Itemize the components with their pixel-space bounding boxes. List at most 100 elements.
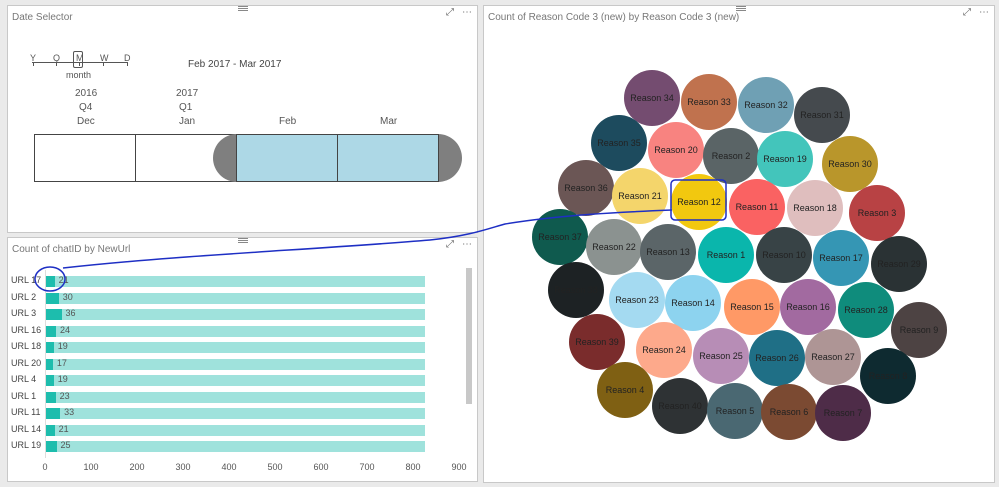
bar-background[interactable] <box>45 292 425 304</box>
data-label: 23 <box>59 390 70 401</box>
bubble-reason-7[interactable]: Reason 7 <box>815 385 871 441</box>
bar[interactable] <box>45 424 55 436</box>
bubble-reason-18[interactable]: Reason 18 <box>787 180 843 236</box>
bubble-reason-26[interactable]: Reason 26 <box>749 330 805 386</box>
more-options-icon[interactable]: ⋯ <box>462 8 472 18</box>
period-cell-dec[interactable] <box>34 134 136 182</box>
scrollbar[interactable] <box>466 268 472 404</box>
category-label: URL 19 <box>11 440 42 450</box>
x-tick-label: 100 <box>83 462 99 472</box>
category-label: URL 4 <box>11 374 37 384</box>
bar[interactable] <box>45 309 62 320</box>
bar[interactable] <box>45 325 57 337</box>
panel-title: Date Selector <box>12 12 73 23</box>
bubble-reason-30[interactable]: Reason 30 <box>822 136 878 192</box>
more-options-icon[interactable]: ⋯ <box>462 240 472 250</box>
month-label: Dec <box>77 116 95 127</box>
panel-title: Count of chatID by NewUrl <box>12 244 131 255</box>
bar-background[interactable] <box>45 441 425 452</box>
bubble-reason-33[interactable]: Reason 33 <box>681 74 737 130</box>
x-tick-label: 400 <box>221 462 237 472</box>
bar-background[interactable] <box>45 424 425 436</box>
data-label: 17 <box>56 357 67 368</box>
period-cell-feb[interactable] <box>236 134 338 182</box>
bar[interactable] <box>45 408 61 419</box>
bubble-reason-13[interactable]: Reason 13 <box>640 224 696 280</box>
bar[interactable] <box>45 342 54 353</box>
category-label: URL 2 <box>11 291 37 302</box>
bar-background[interactable] <box>45 375 425 386</box>
bar[interactable] <box>45 276 55 287</box>
bubble-reason-15[interactable]: Reason 15 <box>724 279 780 335</box>
category-label: URL 17 <box>11 275 42 285</box>
bubble-reason-37[interactable]: Reason 37 <box>532 209 588 265</box>
bubble-reason-5[interactable]: Reason 5 <box>707 383 763 439</box>
y-axis-line <box>45 270 46 458</box>
bubble-reason-36[interactable]: Reason 36 <box>558 160 614 216</box>
category-label: URL 1 <box>11 390 37 401</box>
bubble-reason-2[interactable]: Reason 2 <box>703 128 759 184</box>
bubble-reason-6[interactable]: Reason 6 <box>761 384 817 440</box>
bubble-reason-3[interactable]: Reason 3 <box>849 185 905 241</box>
x-tick-label: 0 <box>42 462 48 472</box>
bar[interactable] <box>45 441 57 452</box>
bubble-reason-38[interactable]: Reason 38 <box>548 262 604 318</box>
bubble-reason-39[interactable]: Reason 39 <box>569 314 625 370</box>
bubble-reason-28[interactable]: Reason 28 <box>838 282 894 338</box>
more-options-icon[interactable]: ⋯ <box>979 8 989 18</box>
x-tick-label: 900 <box>451 462 467 472</box>
bubble-reason-19[interactable]: Reason 19 <box>757 131 813 187</box>
bar-background[interactable] <box>45 342 425 353</box>
bubble-reason-17[interactable]: Reason 17 <box>813 230 869 286</box>
bubble-reason-20[interactable]: Reason 20 <box>648 122 704 178</box>
x-tick-label: 800 <box>405 462 421 472</box>
bubble-reason-23[interactable]: Reason 23 <box>609 272 665 328</box>
bubble-reason-4[interactable]: Reason 4 <box>597 362 653 418</box>
bubble-reason-8[interactable]: Reason 8 <box>860 348 916 404</box>
bubble-reason-40[interactable]: Reason 40 <box>652 378 708 434</box>
expand-icon[interactable]: ⤢ <box>446 240 454 250</box>
granularity-selected-handle[interactable] <box>73 51 83 68</box>
drag-grip[interactable] <box>238 5 248 11</box>
bar[interactable] <box>45 292 59 304</box>
bubble-reason-21[interactable]: Reason 21 <box>612 168 668 224</box>
granularity-label-w[interactable]: W <box>100 53 109 63</box>
bubble-reason-22[interactable]: Reason 22 <box>586 219 642 275</box>
bar[interactable] <box>45 375 54 386</box>
bubble-reason-11[interactable]: Reason 11 <box>729 179 785 235</box>
bar[interactable] <box>45 358 53 370</box>
bubble-reason-32[interactable]: Reason 32 <box>738 77 794 133</box>
month-label: Mar <box>380 116 398 127</box>
category-label: URL 14 <box>11 423 42 434</box>
bar-background[interactable] <box>45 325 425 337</box>
bar-background[interactable] <box>45 408 425 419</box>
bar-background[interactable] <box>45 358 425 370</box>
date-selector-panel: ⤢ ⋯ Date Selector YQMWD month Feb 2017 -… <box>7 5 478 233</box>
period-cell-mar[interactable] <box>337 134 439 182</box>
data-label: 33 <box>64 407 75 417</box>
x-tick-label: 300 <box>175 462 191 472</box>
bubble-reason-12[interactable]: Reason 12 <box>671 174 727 230</box>
drag-grip[interactable] <box>736 5 746 11</box>
bubble-reason-31[interactable]: Reason 31 <box>794 87 850 143</box>
bubble-reason-25[interactable]: Reason 25 <box>693 328 749 384</box>
bubble-reason-16[interactable]: Reason 16 <box>780 279 836 335</box>
x-tick-label: 500 <box>267 462 283 472</box>
bubble-reason-29[interactable]: Reason 29 <box>871 236 927 292</box>
expand-icon[interactable]: ⤢ <box>446 8 454 18</box>
drag-grip[interactable] <box>238 237 248 243</box>
panel-title: Count of Reason Code 3 (new) by Reason C… <box>488 12 740 23</box>
bubble-reason-14[interactable]: Reason 14 <box>665 275 721 331</box>
data-label: 21 <box>58 423 69 434</box>
bar-background[interactable] <box>45 309 425 320</box>
bubble-reason-27[interactable]: Reason 27 <box>805 329 861 385</box>
bubble-reason-1[interactable]: Reason 1 <box>698 227 754 283</box>
bubble-reason-10[interactable]: Reason 10 <box>756 227 812 283</box>
expand-icon[interactable]: ⤢ <box>963 8 971 18</box>
bar[interactable] <box>45 391 56 403</box>
bar-background[interactable] <box>45 276 425 287</box>
month-label: Jan <box>179 116 196 127</box>
data-label: 21 <box>58 275 69 285</box>
bar-background[interactable] <box>45 391 425 403</box>
year-label: 2017 <box>176 88 199 99</box>
